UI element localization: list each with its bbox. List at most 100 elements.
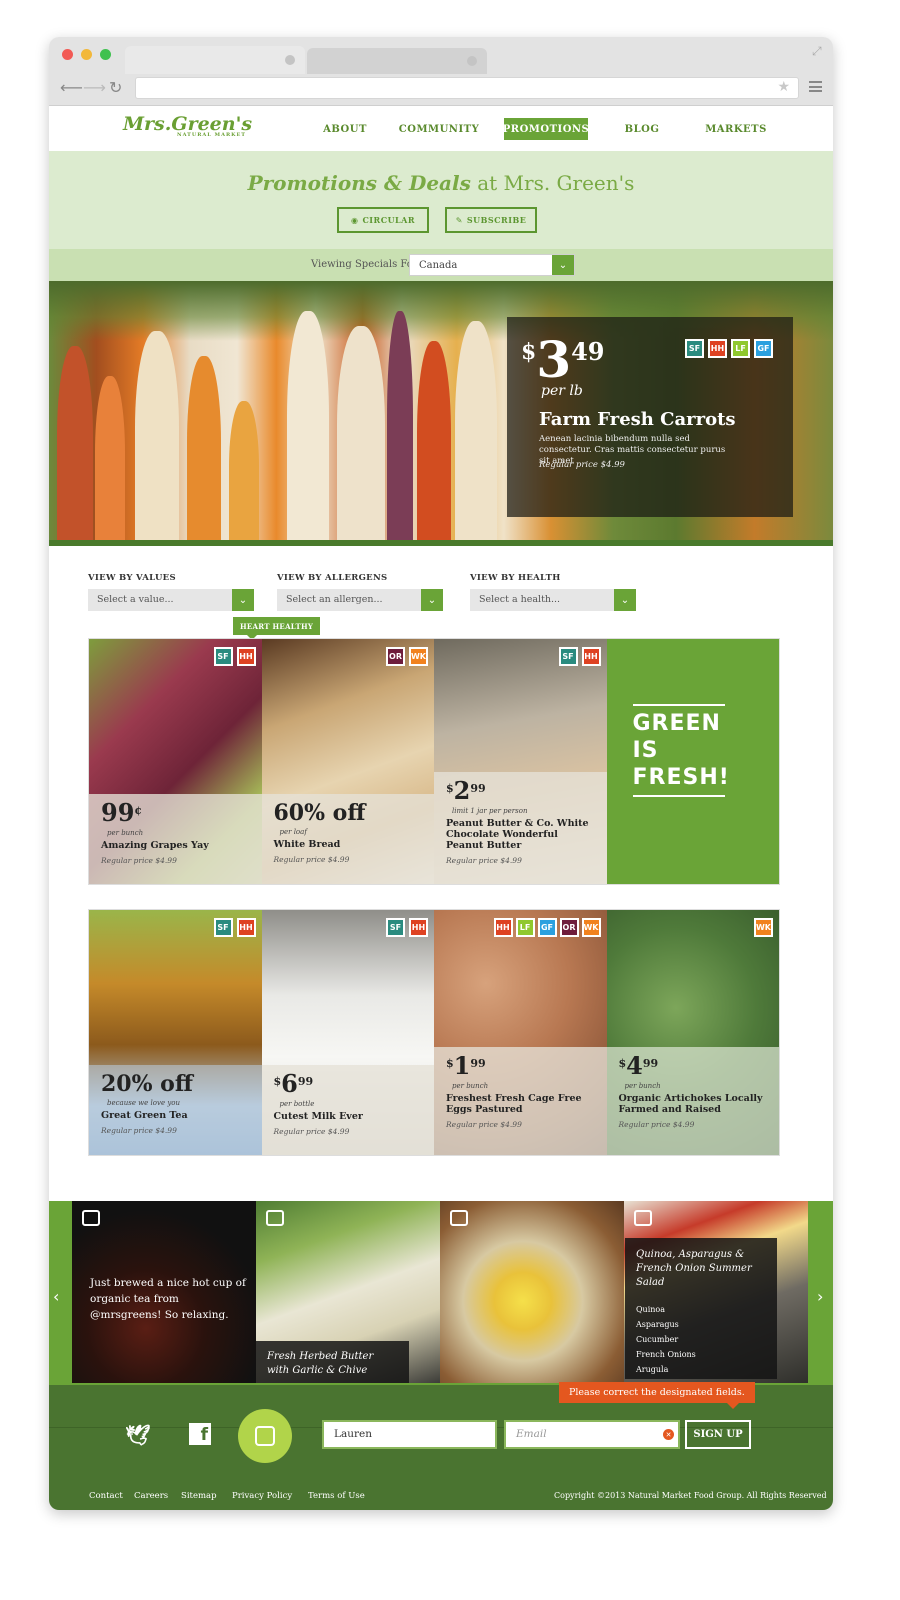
twitter-icon[interactable]: 🕊 bbox=[125, 1423, 150, 1447]
green-is-fresh-text: GREEN IS FRESH! bbox=[632, 704, 729, 797]
tea-post-text: Just brewed a nice hot cup of organic te… bbox=[90, 1277, 246, 1321]
reload-icon[interactable]: ↻ bbox=[109, 78, 122, 97]
chevron-down-icon[interactable]: ⌄ bbox=[421, 589, 443, 611]
email-field[interactable]: Email ✕ bbox=[504, 1420, 680, 1449]
product-card-peanut-butter[interactable]: SF HH $299 limit 1 jar per person Peanut … bbox=[434, 639, 607, 884]
badge-gf[interactable]: GF bbox=[537, 918, 557, 937]
footer-link-privacy[interactable]: Privacy Policy bbox=[232, 1491, 292, 1501]
carrot-image bbox=[229, 401, 259, 546]
title-plain: at Mrs. Green's bbox=[477, 171, 635, 195]
instagram-tile-tea[interactable]: Just brewed a nice hot cup of organic te… bbox=[72, 1201, 256, 1383]
hero-badges: SF HH LF GF bbox=[685, 339, 773, 358]
badge-hh[interactable]: HH bbox=[708, 339, 727, 358]
badge-wk[interactable]: WK bbox=[581, 918, 601, 937]
error-clear-icon[interactable]: ✕ bbox=[663, 1429, 674, 1440]
circular-button[interactable]: ◉ CIRCULAR bbox=[337, 207, 429, 233]
hero-product-name: Farm Fresh Carrots bbox=[539, 409, 736, 430]
hero-carrots-banner[interactable]: $349 per lb SF HH LF GF Farm Fresh Carro… bbox=[49, 281, 833, 546]
product-unit: limit 1 jar per person bbox=[452, 807, 528, 815]
price-dec: 99 bbox=[470, 782, 486, 795]
page-title: Promotions & Deals at Mrs. Green's bbox=[49, 171, 833, 195]
badge-sf[interactable]: SF bbox=[386, 918, 405, 937]
chevron-down-icon[interactable]: ⌄ bbox=[552, 255, 574, 275]
forward-icon[interactable]: ⟶ bbox=[83, 78, 106, 97]
product-card-eggs[interactable]: HH LF GF OR WK $199 per bunch Freshest Fresh… bbox=[434, 910, 607, 1155]
hero-currency: $ bbox=[521, 339, 537, 365]
filter-allergens-select[interactable]: Select an allergen... ⌄ bbox=[277, 589, 443, 611]
carousel-prev-icon[interactable]: ‹ bbox=[53, 1287, 59, 1306]
close-window-icon[interactable] bbox=[62, 49, 73, 60]
badge-hh[interactable]: HH bbox=[493, 918, 513, 937]
filter-values-select[interactable]: Select a value... ⌄ bbox=[88, 589, 254, 611]
recipe-tile-quinoa[interactable]: Quinoa, Asparagus & French Onion Summer … bbox=[624, 1201, 808, 1383]
subscribe-button[interactable]: ✎ SUBSCRIBE bbox=[445, 207, 537, 233]
browser-tab[interactable] bbox=[307, 48, 487, 74]
carousel-next-icon[interactable]: › bbox=[817, 1287, 823, 1306]
product-badges: SF HH bbox=[213, 647, 256, 666]
product-card-artichokes[interactable]: WK $499 per bunch Organic Artichokes Loc… bbox=[606, 910, 779, 1155]
nav-community[interactable]: COMMUNITY bbox=[399, 118, 479, 140]
instagram-button[interactable] bbox=[238, 1409, 292, 1463]
badge-hh[interactable]: HH bbox=[236, 647, 256, 666]
chevron-down-icon[interactable]: ⌄ bbox=[232, 589, 254, 611]
price-dec: 99 bbox=[297, 1075, 314, 1088]
badge-lf[interactable]: LF bbox=[515, 918, 535, 937]
badge-or[interactable]: OR bbox=[559, 918, 579, 937]
nav-about[interactable]: ABOUT bbox=[322, 118, 368, 140]
region-select[interactable]: Canada ⌄ bbox=[409, 254, 575, 276]
badge-hh[interactable]: HH bbox=[581, 647, 601, 666]
bookmark-star-icon[interactable]: ★ bbox=[777, 79, 790, 95]
badge-sf[interactable]: SF bbox=[213, 647, 233, 666]
fullscreen-icon[interactable]: ⤢ bbox=[812, 44, 822, 59]
regular-price: Regular price $4.99 bbox=[101, 856, 177, 865]
divider bbox=[49, 540, 833, 546]
nav-promotions[interactable]: PROMOTIONS bbox=[503, 118, 589, 140]
nav-markets[interactable]: MARKETS bbox=[703, 118, 769, 140]
nav-blog[interactable]: BLOG bbox=[621, 118, 663, 140]
product-badges: OR WK bbox=[386, 647, 428, 666]
product-name: Organic Artichokes Locally Farmed and Ra… bbox=[618, 1093, 763, 1115]
badge-lf[interactable]: LF bbox=[731, 339, 750, 358]
browser-tab[interactable] bbox=[125, 46, 305, 74]
address-bar[interactable]: ★ bbox=[135, 77, 799, 99]
chevron-down-icon[interactable]: ⌄ bbox=[614, 589, 636, 611]
product-card-bread[interactable]: OR WK 60% off per loaf White Bread Regula… bbox=[261, 639, 434, 884]
instagram-tile-juice[interactable] bbox=[440, 1201, 624, 1383]
product-unit: per bottle bbox=[279, 1100, 315, 1108]
regular-price: Regular price $4.99 bbox=[273, 1127, 350, 1136]
hero-price-int: 3 bbox=[536, 330, 572, 389]
price-box: $699 per bottle Cutest Milk Ever Regular… bbox=[261, 1065, 434, 1155]
name-field[interactable]: Lauren bbox=[322, 1420, 497, 1449]
blog-tile-butter[interactable]: Fresh Herbed Butter with Garlic & Chive bbox=[256, 1201, 440, 1383]
footer-link-terms[interactable]: Terms of Use bbox=[308, 1491, 365, 1501]
footer-link-contact[interactable]: Contact bbox=[89, 1491, 123, 1501]
badge-hh[interactable]: HH bbox=[236, 918, 256, 937]
product-unit: per bunch bbox=[107, 829, 144, 837]
badge-or[interactable]: OR bbox=[386, 647, 405, 666]
filter-health-select[interactable]: Select a health... ⌄ bbox=[470, 589, 636, 611]
product-card-milk[interactable]: SF HH $699 per bottle Cutest Milk Ever Re… bbox=[261, 910, 434, 1155]
facebook-icon[interactable]: f bbox=[189, 1423, 211, 1445]
product-price: $299 bbox=[446, 778, 595, 807]
badge-hh[interactable]: HH bbox=[409, 918, 428, 937]
product-card-grapes[interactable]: SF HH 99¢ per bunch Amazing Grapes Yay Re… bbox=[89, 639, 262, 884]
carrot-image bbox=[417, 341, 451, 546]
signup-button[interactable]: SIGN UP bbox=[685, 1420, 751, 1449]
badge-sf[interactable]: SF bbox=[558, 647, 578, 666]
badge-gf[interactable]: GF bbox=[754, 339, 773, 358]
footer-link-careers[interactable]: Careers bbox=[134, 1491, 168, 1501]
badge-sf[interactable]: SF bbox=[213, 918, 233, 937]
badge-sf[interactable]: SF bbox=[685, 339, 704, 358]
carrot-image bbox=[57, 346, 93, 546]
minimize-window-icon[interactable] bbox=[81, 49, 92, 60]
logo[interactable]: Mrs.Green's NATURAL MARKET bbox=[123, 113, 252, 138]
badge-wk[interactable]: WK bbox=[409, 647, 428, 666]
badge-wk[interactable]: WK bbox=[754, 918, 773, 937]
footer-link-sitemap[interactable]: Sitemap bbox=[181, 1491, 217, 1501]
back-icon[interactable]: ⟵ bbox=[60, 78, 83, 97]
product-card-green-tea[interactable]: SF HH 20% off because we love you Great G… bbox=[89, 910, 262, 1155]
zoom-window-icon[interactable] bbox=[100, 49, 111, 60]
product-price: 20% off bbox=[101, 1071, 250, 1099]
product-unit: per bunch bbox=[624, 1082, 661, 1090]
menu-icon[interactable] bbox=[809, 81, 822, 92]
